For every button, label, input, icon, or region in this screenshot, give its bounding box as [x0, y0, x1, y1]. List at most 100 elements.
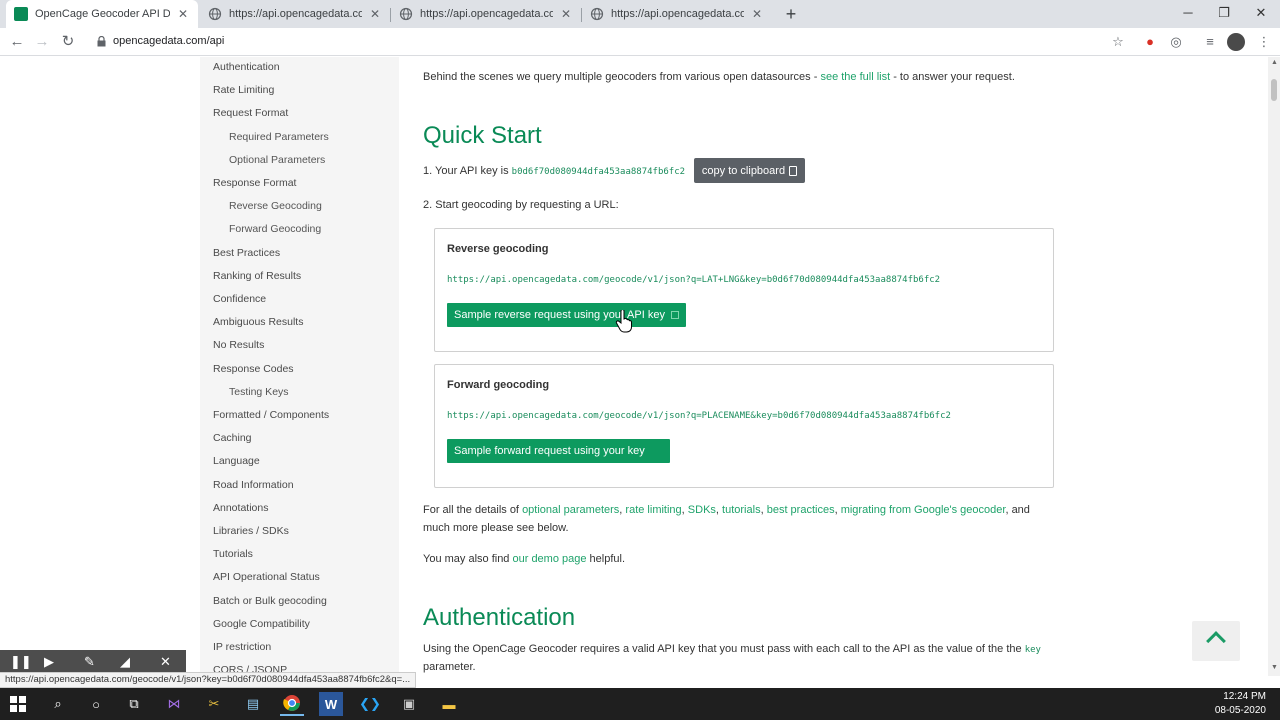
window-close-icon[interactable]: ✕ [1243, 0, 1279, 28]
sidebar-item[interactable]: Formatted / Components [213, 409, 329, 421]
api-key-label: 1. Your API key is [423, 165, 512, 177]
full-list-link[interactable]: see the full list [820, 71, 890, 83]
step2-text: 2. Start geocoding by requesting a URL: [423, 199, 619, 211]
sidebar-item[interactable]: IP restriction [213, 641, 271, 653]
tab-opencage-docs[interactable]: OpenCage Geocoder API Docum ✕ [6, 0, 198, 28]
sidebar-item[interactable]: Rate Limiting [213, 84, 274, 96]
vscode-icon[interactable]: ❮❯ [358, 692, 382, 716]
menu-kebab-icon[interactable]: ⋮ [1255, 33, 1273, 51]
clipboard-icon [789, 165, 798, 176]
extension-circle-icon[interactable]: ◎ [1167, 33, 1185, 51]
sidebar-item[interactable]: Libraries / SDKs [213, 525, 289, 537]
volume-icon[interactable]: ◢ [120, 654, 130, 670]
close-icon[interactable]: ✕ [176, 7, 190, 21]
scrollbar-thumb[interactable] [1271, 79, 1277, 101]
forward-arrow-icon[interactable]: → [31, 31, 53, 53]
sidebar-item[interactable]: Required Parameters [229, 131, 329, 143]
sidebar-item[interactable]: Tutorials [213, 548, 253, 560]
migrating-google-link[interactable]: migrating from Google's geocoder [841, 504, 1006, 516]
tab-api-request-3[interactable]: https://api.opencagedata.com/g ✕ [582, 0, 772, 28]
details-paragraph: For all the details of optional paramete… [423, 504, 1030, 516]
minimize-icon[interactable]: ─ [1170, 0, 1206, 28]
back-to-top-button[interactable] [1192, 621, 1240, 661]
demo-page-link[interactable]: our demo page [512, 553, 586, 565]
sidebar-item[interactable]: Response Format [213, 177, 296, 189]
demo-suffix: helpful. [586, 553, 626, 565]
sidebar-item[interactable]: Optional Parameters [229, 154, 325, 166]
media-queue-icon[interactable]: ≡ [1201, 33, 1219, 51]
media-close-icon[interactable]: ✕ [160, 654, 171, 670]
word-icon[interactable]: W [319, 692, 343, 716]
intro-text: Behind the scenes we query multiple geoc… [423, 71, 821, 83]
rate-limiting-link[interactable]: rate limiting [625, 504, 681, 516]
best-practices-link[interactable]: best practices [767, 504, 835, 516]
extension-record-icon[interactable]: ● [1141, 33, 1159, 51]
profile-avatar[interactable] [1227, 33, 1245, 51]
windows-start-icon[interactable] [6, 692, 30, 716]
api-key-value: b0d6f70d080944dfa453aa8874fb6fc2 [511, 167, 686, 177]
sidebar-item[interactable]: Forward Geocoding [229, 223, 321, 235]
demo-prefix: You may also find [423, 553, 513, 565]
sample-reverse-request-button[interactable]: Sample reverse request using your API ke… [447, 303, 686, 327]
quick-start-heading: Quick Start [423, 122, 542, 149]
sidebar-item[interactable]: Annotations [213, 502, 268, 514]
tab-api-request-2[interactable]: https://api.opencagedata.com/g ✕ [391, 0, 581, 28]
tools-app-icon[interactable]: ✂ [202, 692, 226, 716]
sidebar-item[interactable]: API Operational Status [213, 571, 320, 583]
sidebar-item[interactable]: Batch or Bulk geocoding [213, 595, 327, 607]
close-icon[interactable]: ✕ [750, 7, 764, 21]
system-clock[interactable]: 12:24 PM 08-05-2020 [1215, 690, 1266, 718]
forward-geocoding-url: https://api.opencagedata.com/geocode/v1/… [447, 411, 951, 421]
scroll-down-arrow-icon[interactable]: ▼ [1271, 664, 1278, 671]
scroll-up-arrow-icon[interactable]: ▲ [1271, 59, 1278, 66]
sidebar-item[interactable]: Google Compatibility [213, 618, 310, 630]
globe-icon [590, 7, 604, 21]
tab-title: https://api.opencagedata.com/g [420, 8, 553, 20]
cortana-icon[interactable]: ○ [84, 692, 108, 716]
copy-to-clipboard-button[interactable]: copy to clipboard [694, 158, 805, 183]
sample-forward-label: Sample forward request using your key [454, 445, 645, 457]
sidebar-item[interactable]: Best Practices [213, 247, 280, 259]
pause-icon[interactable]: ❚❚ [10, 654, 32, 670]
control-panel-icon[interactable]: ▣ [397, 692, 421, 716]
close-icon[interactable]: ✕ [368, 7, 382, 21]
vertical-scrollbar[interactable]: ▲ ▼ [1268, 57, 1280, 676]
chrome-icon[interactable] [280, 692, 304, 716]
task-view-icon[interactable]: ⧉ [122, 692, 146, 716]
sidebar-item[interactable]: Response Codes [213, 363, 294, 375]
sidebar-item[interactable]: Language [213, 455, 260, 467]
sidebar-item[interactable]: Confidence [213, 293, 266, 305]
file-explorer-icon[interactable]: ▬ [437, 692, 461, 716]
sample-forward-request-button[interactable]: Sample forward request using your key [447, 439, 670, 463]
address-bar[interactable]: opencagedata.com/api [113, 35, 224, 47]
sidebar-item[interactable]: Reverse Geocoding [229, 200, 322, 212]
back-arrow-icon[interactable]: ← [6, 31, 28, 53]
sdks-link[interactable]: SDKs [688, 504, 716, 516]
sidebar-item[interactable]: Caching [213, 432, 252, 444]
new-tab-plus-icon[interactable]: + [781, 4, 801, 24]
restore-icon[interactable]: ❐ [1206, 0, 1242, 28]
tab-api-request-1[interactable]: https://api.opencagedata.com/g ✕ [200, 0, 390, 28]
play-icon[interactable]: ▶ [44, 654, 54, 670]
reload-icon[interactable]: ↻ [57, 31, 79, 53]
optional-parameters-link[interactable]: optional parameters [522, 504, 619, 516]
sidebar-item[interactable]: Road Information [213, 479, 294, 491]
authentication-heading: Authentication [423, 604, 576, 631]
sidebar-item[interactable]: Authentication [213, 61, 280, 73]
visual-studio-icon[interactable]: ⋈ [162, 692, 186, 716]
globe-icon [399, 7, 413, 21]
pen-icon[interactable]: ✎ [84, 654, 95, 670]
sidebar-item[interactable]: No Results [213, 339, 264, 351]
sidebar-item[interactable]: Ambiguous Results [213, 316, 303, 328]
sidebar-item[interactable]: Ranking of Results [213, 270, 301, 282]
search-icon[interactable]: ⌕ [46, 692, 70, 716]
close-icon[interactable]: ✕ [559, 7, 573, 21]
external-link-icon [670, 311, 679, 319]
sidebar-item[interactable]: Request Format [213, 107, 288, 119]
tutorials-link[interactable]: tutorials [722, 504, 761, 516]
notepad-icon[interactable]: ▤ [241, 692, 265, 716]
bookmark-star-icon[interactable]: ☆ [1109, 33, 1127, 51]
clock-time: 12:24 PM [1223, 691, 1266, 702]
tab-title: https://api.opencagedata.com/g [611, 8, 744, 20]
sidebar-item[interactable]: Testing Keys [229, 386, 289, 398]
